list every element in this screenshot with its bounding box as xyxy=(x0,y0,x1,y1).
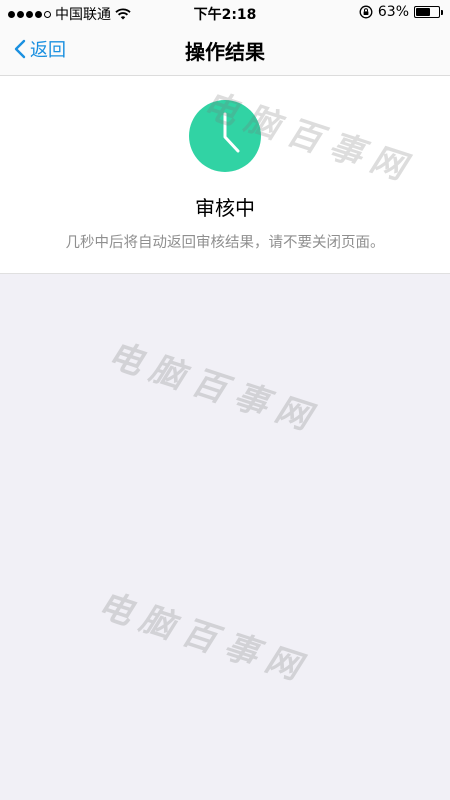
status-bar: 中国联通 下午2:18 63% xyxy=(0,0,450,24)
battery-icon xyxy=(414,6,443,18)
page-title: 操作结果 xyxy=(185,40,265,64)
watermark: 电脑百事网 xyxy=(93,584,315,691)
status-title: 审核中 xyxy=(195,196,255,220)
battery-percent: 63% xyxy=(377,4,409,20)
battery-tip xyxy=(441,10,443,15)
rotation-lock-icon xyxy=(359,5,373,19)
status-description: 几秒中后将自动返回审核结果，请不要关闭页面。 xyxy=(65,235,385,251)
status-right: 63% xyxy=(359,4,443,20)
watermark: 电脑百事网 xyxy=(103,334,325,441)
navigation-bar: 返回 操作结果 xyxy=(0,24,450,76)
battery-fill xyxy=(416,8,430,16)
